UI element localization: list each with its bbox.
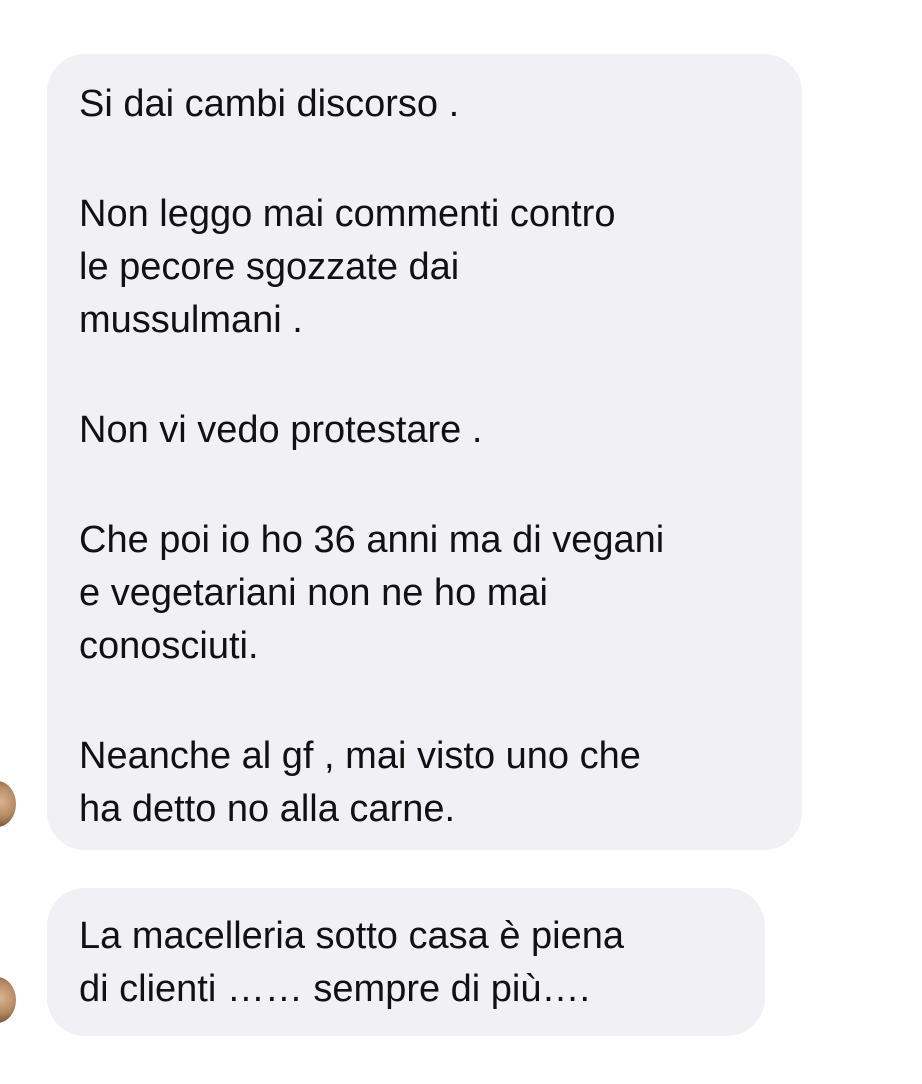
message-text: mussulmani . [79,299,303,341]
avatar[interactable] [0,781,16,827]
message-text: ha detto no alla carne. [79,788,456,830]
message-text: Non leggo mai commenti contro [79,193,616,235]
line-spacer [79,673,772,730]
message-text: Neanche al gf , mai visto uno che [79,735,641,777]
message-text: La macelleria sotto casa è piena [79,915,624,957]
message-text: conosciuti. [79,625,259,667]
line-spacer [79,347,772,404]
message-text: e vegetariani non ne ho mai [79,572,548,614]
message-text: Si dai cambi discorso . [79,83,460,125]
message-text: di clienti …… sempre di più…. [79,968,591,1010]
avatar[interactable] [0,977,16,1023]
line-spacer [79,131,772,188]
message-text: le pecore sgozzate dai [79,246,460,288]
message-bubble[interactable]: La macelleria sotto casa è piena di clie… [47,888,765,1036]
message-text: Che poi io ho 36 anni ma di vegani [79,519,665,561]
line-spacer [79,457,772,514]
message-bubble[interactable]: Si dai cambi discorso . Non leggo mai co… [47,54,802,850]
message-text: Non vi vedo protestare . [79,409,483,451]
